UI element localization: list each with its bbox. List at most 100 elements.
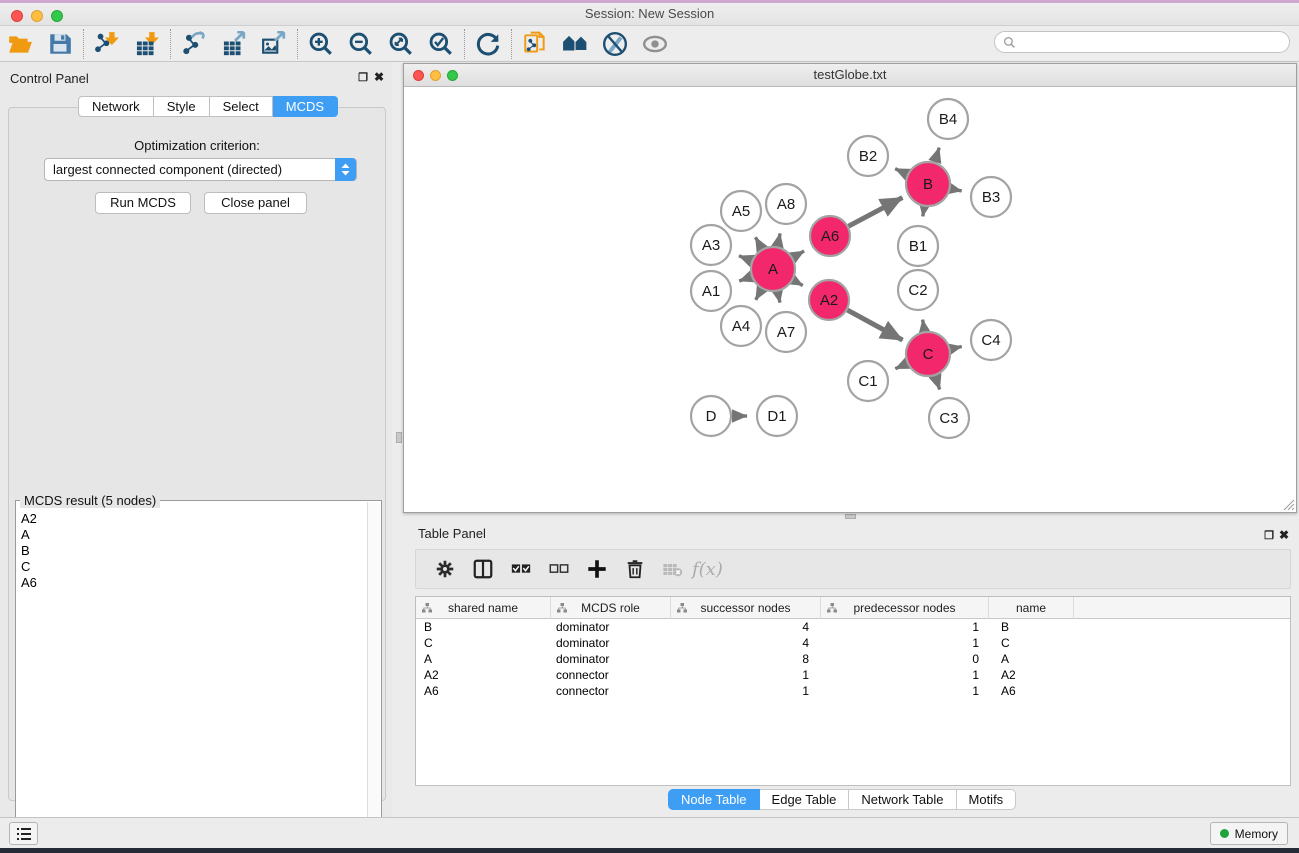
mcds-result-list[interactable]: A2ABCA6 <box>17 509 367 839</box>
table-cell[interactable]: C <box>416 635 551 651</box>
zoom-window-light[interactable] <box>51 10 63 22</box>
zoom-in-button[interactable] <box>301 28 341 60</box>
save-session-button[interactable] <box>40 28 80 60</box>
network-canvas[interactable]: AA1A2A3A4A5A6A7A8BB1B2B3B4CC1C2C3C4DD1 <box>404 87 1296 512</box>
node-B4[interactable]: B4 <box>928 99 968 139</box>
node-A3[interactable]: A3 <box>691 225 731 265</box>
close-window-light[interactable] <box>11 10 23 22</box>
node-C4[interactable]: C4 <box>971 320 1011 360</box>
criterion-dropdown[interactable]: largest connected component (directed) <box>44 158 357 181</box>
edge-B-B1[interactable] <box>923 207 925 217</box>
table-cell[interactable]: dominator <box>551 619 671 635</box>
horizontal-splitter-handle[interactable] <box>845 514 856 519</box>
table-row[interactable]: Bdominator41B <box>416 619 1290 635</box>
memory-button[interactable]: Memory <box>1210 822 1288 845</box>
node-A4[interactable]: A4 <box>721 306 761 346</box>
search-input[interactable] <box>1016 35 1266 49</box>
window-resize-grip[interactable] <box>1281 497 1295 511</box>
node-B3[interactable]: B3 <box>971 177 1011 217</box>
node-C1[interactable]: C1 <box>848 361 888 401</box>
tab-mcds[interactable]: MCDS <box>273 96 338 117</box>
run-mcds-button[interactable]: Run MCDS <box>95 192 191 214</box>
export-table-button[interactable] <box>214 28 254 60</box>
cybrowser-home-button[interactable] <box>555 28 595 60</box>
edge-C-C4[interactable] <box>950 347 961 350</box>
edge-C-C3[interactable] <box>935 376 939 390</box>
tab-network[interactable]: Network <box>78 96 154 117</box>
table-cell[interactable]: 1 <box>821 619 989 635</box>
edge-A-A6[interactable] <box>793 251 804 257</box>
close-table-panel-icon[interactable]: ✖ <box>1279 528 1289 542</box>
edge-A-A3[interactable] <box>739 256 752 261</box>
table-cell[interactable]: A <box>416 651 551 667</box>
mcds-result-item[interactable]: B <box>21 543 367 559</box>
float-panel-icon[interactable]: ❐ <box>358 71 368 84</box>
show-graphics-details-button[interactable] <box>635 28 675 60</box>
edge-B-B3[interactable] <box>951 189 962 191</box>
delete-column-button[interactable] <box>616 552 654 586</box>
new-network-from-selection-button[interactable] <box>515 28 555 60</box>
table-cell[interactable]: 1 <box>821 667 989 683</box>
close-panel-icon[interactable]: ✖ <box>374 70 384 84</box>
open-session-button[interactable] <box>0 28 40 60</box>
mcds-result-item[interactable]: C <box>21 559 367 575</box>
table-row[interactable]: Adominator80A <box>416 651 1290 667</box>
table-cell[interactable]: 1 <box>821 683 989 699</box>
node-A[interactable]: A <box>751 247 795 291</box>
table-cell[interactable]: C <box>989 635 1074 651</box>
tab-edge-table[interactable]: Edge Table <box>760 789 850 810</box>
edge-A-A5[interactable] <box>755 237 761 249</box>
hide-labels-button[interactable] <box>595 28 635 60</box>
table-settings-button[interactable] <box>426 552 464 586</box>
column-header-predecessor-nodes[interactable]: predecessor nodes <box>821 597 989 619</box>
node-C3[interactable]: C3 <box>929 398 969 438</box>
node-B[interactable]: B <box>906 162 950 206</box>
result-list-scrollbar[interactable] <box>367 502 380 845</box>
table-cell[interactable]: 1 <box>671 667 821 683</box>
vertical-splitter-handle[interactable] <box>396 432 402 443</box>
edge-A-A2[interactable] <box>793 280 803 285</box>
table-cell[interactable]: 4 <box>671 619 821 635</box>
edge-A-A8[interactable] <box>778 233 781 246</box>
mcds-result-item[interactable]: A6 <box>21 575 367 591</box>
node-D1[interactable]: D1 <box>757 396 797 436</box>
tab-select[interactable]: Select <box>210 96 273 117</box>
node-A8[interactable]: A8 <box>766 184 806 224</box>
node-A2[interactable]: A2 <box>809 280 849 320</box>
tab-network-table[interactable]: Network Table <box>849 789 956 810</box>
edge-A2-C[interactable] <box>847 310 902 340</box>
zoom-selected-button[interactable] <box>421 28 461 60</box>
search-box[interactable] <box>994 31 1290 53</box>
table-cell[interactable]: A6 <box>989 683 1074 699</box>
node-B2[interactable]: B2 <box>848 136 888 176</box>
table-cell[interactable]: dominator <box>551 651 671 667</box>
zoom-out-button[interactable] <box>341 28 381 60</box>
table-cell[interactable]: 1 <box>671 683 821 699</box>
network-window-titlebar[interactable]: testGlobe.txt <box>404 64 1296 87</box>
node-C[interactable]: C <box>906 332 950 376</box>
table-cell[interactable]: 8 <box>671 651 821 667</box>
show-task-history-button[interactable] <box>9 822 38 845</box>
column-header-successor-nodes[interactable]: successor nodes <box>671 597 821 619</box>
minimize-window-light[interactable] <box>31 10 43 22</box>
close-panel-button[interactable]: Close panel <box>204 192 307 214</box>
tab-style[interactable]: Style <box>154 96 210 117</box>
network-minimize-light[interactable] <box>430 70 441 81</box>
table-cell[interactable]: connector <box>551 667 671 683</box>
zoom-fit-button[interactable] <box>381 28 421 60</box>
edge-B-B4[interactable] <box>935 148 939 162</box>
refresh-button[interactable] <box>468 28 508 60</box>
export-image-button[interactable] <box>254 28 294 60</box>
table-cell[interactable]: B <box>989 619 1074 635</box>
float-table-panel-icon[interactable]: ❐ <box>1264 529 1274 542</box>
column-header-name[interactable]: name <box>989 597 1074 619</box>
edge-C-C1[interactable] <box>895 363 907 368</box>
table-cell[interactable]: A6 <box>416 683 551 699</box>
table-cell[interactable]: A <box>989 651 1074 667</box>
table-cell[interactable]: 4 <box>671 635 821 651</box>
table-cell[interactable]: 0 <box>821 651 989 667</box>
table-cell[interactable]: 1 <box>821 635 989 651</box>
export-network-button[interactable] <box>174 28 214 60</box>
table-row[interactable]: Cdominator41C <box>416 635 1290 651</box>
mcds-result-item[interactable]: A2 <box>21 511 367 527</box>
